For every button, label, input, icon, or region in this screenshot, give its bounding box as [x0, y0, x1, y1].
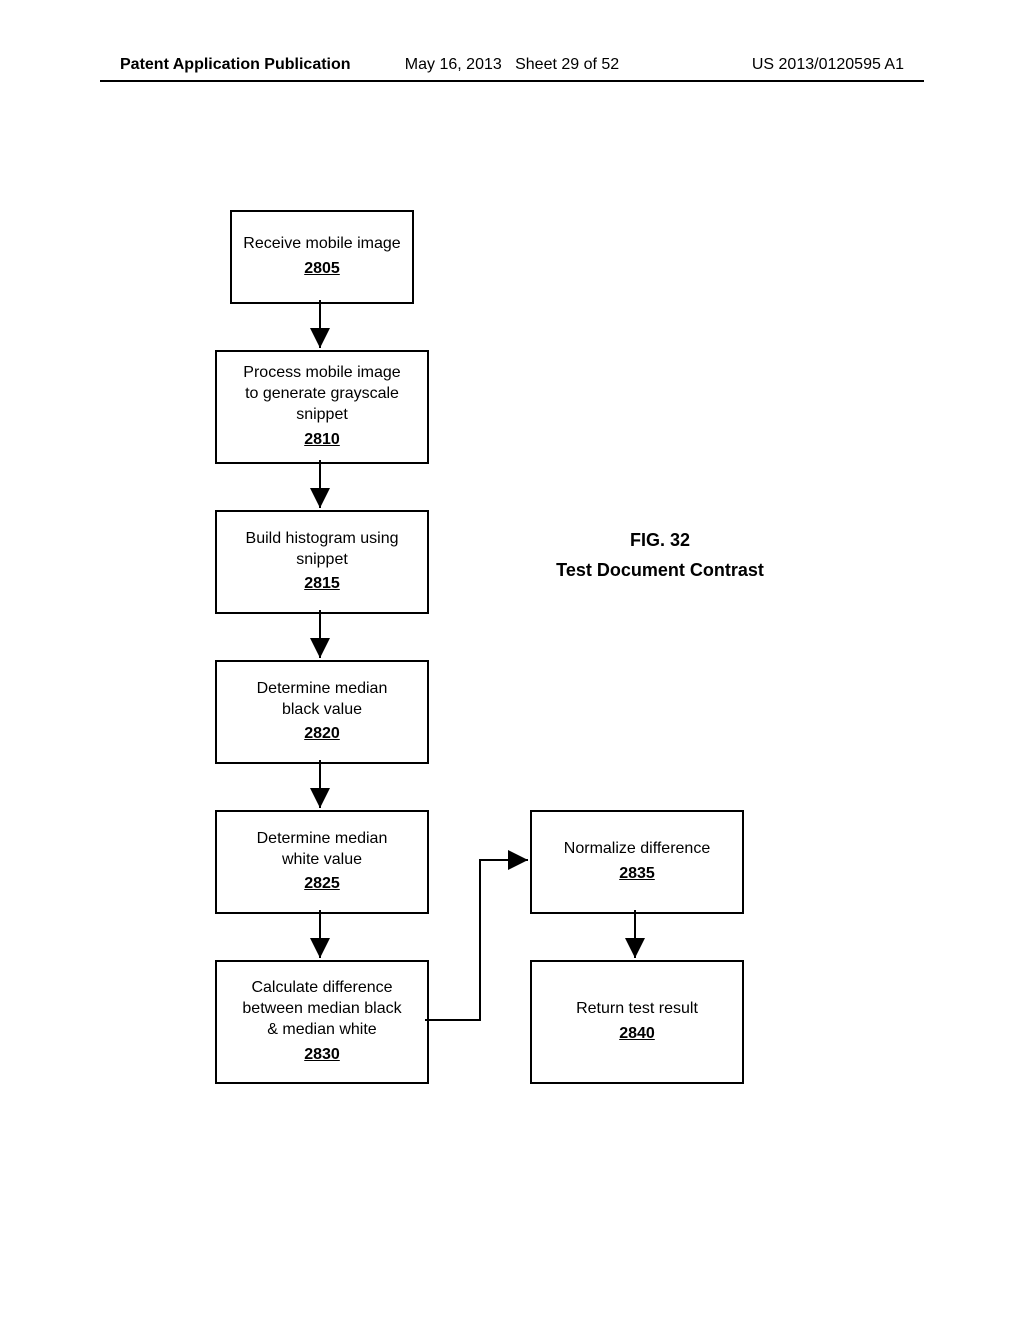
header-date: May 16, 2013	[405, 56, 502, 73]
header-left: Patent Application Publication	[120, 56, 351, 74]
page-header: Patent Application Publication May 16, 2…	[0, 56, 1024, 74]
header-pubno: US 2013/0120595 A1	[752, 56, 904, 74]
header-sheet: Sheet 29 of 52	[515, 56, 619, 73]
flowchart-arrows	[0, 200, 1024, 1100]
header-mid: May 16, 2013 Sheet 29 of 52	[405, 56, 619, 74]
header-rule	[100, 80, 924, 82]
